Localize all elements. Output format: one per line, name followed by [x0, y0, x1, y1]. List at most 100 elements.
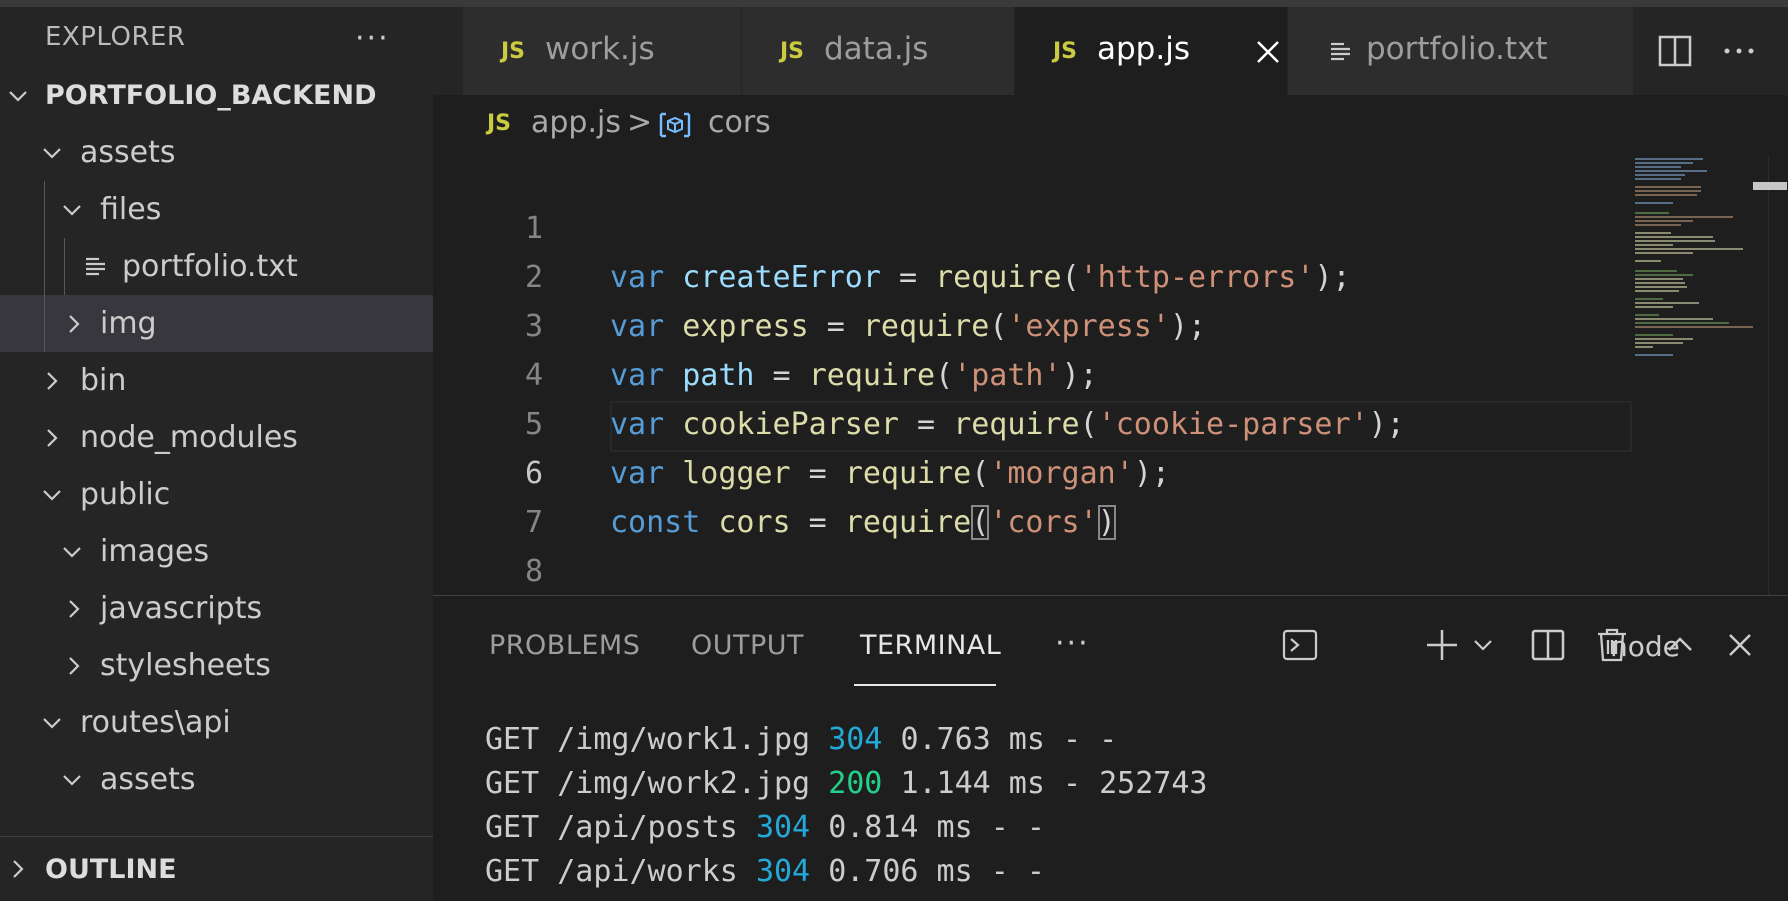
code-line[interactable]: 5 var logger = require('morgan'); — [433, 351, 1633, 491]
js-file-icon: JS — [487, 111, 512, 136]
outline-section-header[interactable]: OUTLINE — [0, 836, 433, 901]
tree-item-label: public — [80, 477, 171, 512]
chevron-right-icon — [62, 312, 86, 336]
tree-item-node-modules[interactable]: node_modules — [0, 409, 433, 466]
tree-item-assets[interactable]: assets — [0, 124, 433, 181]
code-line[interactable]: 3 var path = require('path'); — [433, 253, 1633, 393]
explorer-title: EXPLORER — [45, 22, 186, 52]
code-editor[interactable]: 1 var createError = require('http-errors… — [433, 155, 1788, 595]
js-file-icon: JS — [501, 39, 526, 64]
chevron-down-icon — [40, 483, 64, 507]
tree-item-label: stylesheets — [100, 648, 271, 683]
chevron-right-icon — [62, 654, 86, 678]
split-editor-icon[interactable] — [1657, 33, 1693, 69]
editor-scrollbar[interactable] — [1768, 155, 1788, 595]
trash-icon[interactable] — [1593, 626, 1631, 664]
more-actions-icon[interactable]: ··· — [1055, 626, 1090, 661]
text-file-icon — [1328, 39, 1354, 69]
minimap-cursor-marker — [1753, 182, 1787, 190]
tree-item-label: javascripts — [100, 591, 263, 626]
tree-item-routes-api[interactable]: routes\api — [0, 694, 433, 751]
terminal-line: GET /api/works 304 0.706 ms - - — [485, 854, 1045, 889]
tree-item-stylesheets[interactable]: stylesheets — [0, 637, 433, 694]
js-file-icon: JS — [780, 39, 805, 64]
more-actions-icon[interactable]: ··· — [355, 21, 390, 56]
breadcrumb-separator: > — [627, 105, 653, 140]
outline-label: OUTLINE — [45, 853, 177, 885]
plus-icon[interactable] — [1423, 626, 1461, 664]
split-terminal-icon[interactable] — [1529, 626, 1567, 664]
code-line-current[interactable]: 6 const cors = require('cors') — [433, 400, 1633, 540]
indent-guide — [44, 181, 45, 238]
tab-actions — [1633, 7, 1788, 95]
tree-item-label: images — [100, 534, 210, 569]
tree-item-label: assets — [100, 762, 196, 797]
tree-item-label: img — [100, 306, 157, 341]
chevron-down-icon — [60, 540, 84, 564]
explorer-sidebar: EXPLORER ··· PORTFOLIO_BACKEND assets fi… — [0, 7, 433, 900]
breadcrumb-file[interactable]: app.js — [531, 105, 621, 140]
chevron-down-icon — [60, 768, 84, 792]
terminal-line: GET /img/work2.jpg 200 1.144 ms - 252743 — [485, 766, 1208, 801]
tree-item-bin[interactable]: bin — [0, 352, 433, 409]
more-actions-icon[interactable] — [1721, 33, 1757, 69]
terminal-line: GET /api/posts 304 0.814 ms - - — [485, 810, 1045, 845]
tab-portfolio-txt[interactable]: portfolio.txt — [1288, 7, 1634, 95]
explorer-header: EXPLORER ··· — [0, 7, 433, 67]
tab-data-js[interactable]: JS data.js — [742, 7, 1015, 95]
tab-output[interactable]: OUTPUT — [691, 630, 804, 661]
editor-tab-bar: JS work.js JS data.js JS app.js portfoli… — [433, 7, 1788, 95]
tree-item-public[interactable]: public — [0, 466, 433, 523]
tab-label: work.js — [545, 31, 655, 67]
tab-terminal[interactable]: TERMINAL — [860, 630, 1001, 661]
close-icon[interactable] — [1253, 37, 1283, 67]
tab-label: data.js — [824, 31, 929, 67]
tab-label: app.js — [1097, 31, 1190, 67]
minimap[interactable] — [1633, 155, 1768, 595]
code-line[interactable]: 7 — [433, 449, 1633, 540]
chevron-down-icon — [6, 84, 30, 108]
tree-item-label: bin — [80, 363, 127, 398]
code-line[interactable]: 9 var works = require('./routes/api/work… — [433, 547, 1633, 595]
chevron-right-icon — [40, 426, 64, 450]
js-file-icon: JS — [1053, 39, 1078, 64]
code-line[interactable]: 1 var createError = require('http-errors… — [433, 155, 1633, 295]
chevron-down-icon[interactable] — [1471, 626, 1495, 664]
tree-item-javascripts[interactable]: javascripts — [0, 580, 433, 637]
breadcrumb-symbol[interactable]: cors — [708, 105, 771, 140]
tree-root-label: PORTFOLIO_BACKEND — [45, 80, 377, 111]
chevron-down-icon — [60, 198, 84, 222]
chevron-down-icon — [40, 711, 64, 735]
tree-item-label: routes\api — [80, 705, 231, 740]
tree-item-label: portfolio.txt — [122, 249, 298, 284]
tab-app-js[interactable]: JS app.js — [1015, 7, 1288, 95]
maximize-panel-icon[interactable] — [1661, 626, 1699, 664]
code-line[interactable]: 2 var express = require('express'); — [433, 204, 1633, 344]
chevron-right-icon — [40, 369, 64, 393]
tab-work-js[interactable]: JS work.js — [463, 7, 775, 95]
code-line[interactable]: 4 var cookieParser = require('cookie-par… — [433, 302, 1633, 442]
tree-item-label: assets — [80, 135, 176, 170]
tree-item-portfolio-txt[interactable]: portfolio.txt — [0, 238, 433, 295]
terminal-line: GET /img/work1.jpg 304 0.763 ms - - — [485, 722, 1118, 757]
tree-item-images[interactable]: images — [0, 523, 433, 580]
tab-problems[interactable]: PROBLEMS — [489, 630, 640, 661]
terminal-icon — [1281, 626, 1319, 664]
tree-item-routes-assets[interactable]: assets — [0, 751, 433, 808]
tree-item-files[interactable]: files — [0, 181, 433, 238]
breadcrumb: JS app.js > cors — [433, 95, 1788, 155]
active-tab-indicator — [854, 684, 996, 686]
tree-item-img[interactable]: img — [0, 295, 433, 352]
chevron-right-icon — [6, 857, 30, 881]
tree-item-label: files — [100, 192, 162, 227]
indent-guide — [44, 238, 45, 295]
tree-item-label: node_modules — [80, 420, 298, 455]
tree-root-folder[interactable]: PORTFOLIO_BACKEND — [0, 67, 433, 124]
bottom-panel: PROBLEMS OUTPUT TERMINAL ··· node GET /i… — [433, 595, 1788, 901]
chevron-down-icon — [40, 141, 64, 165]
close-icon[interactable] — [1721, 626, 1759, 664]
text-file-icon — [83, 253, 109, 288]
symbol-variable-icon — [658, 111, 692, 139]
chevron-right-icon — [62, 597, 86, 621]
code-line[interactable]: 8 var posts = require('./routes/api/post… — [433, 498, 1633, 589]
